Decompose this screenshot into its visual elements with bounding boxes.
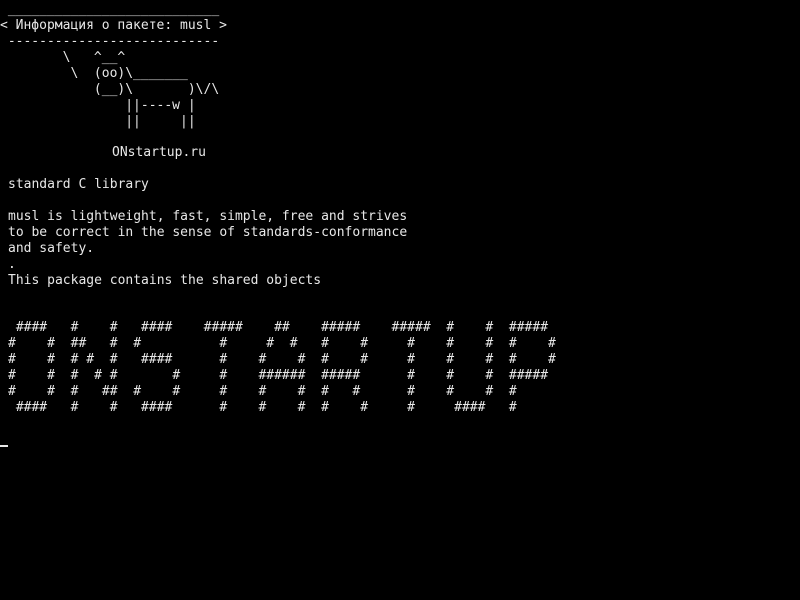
ascii-banner: #### # # #### ##### ## ##### ##### # # #… bbox=[8, 320, 556, 416]
cowsay-line: --------------------------- bbox=[0, 34, 220, 49]
description-line: and safety. bbox=[8, 241, 95, 256]
package-description: standard C library musl is lightweight, f… bbox=[8, 177, 407, 289]
site-text: ONstartup.ru bbox=[112, 145, 206, 160]
banner-line: # # # # # #### # # # # # # # # # # bbox=[8, 352, 556, 367]
description-line: standard C library bbox=[8, 177, 149, 192]
cowsay-line: || || bbox=[0, 114, 196, 129]
banner-line: # # ## # # # # # # # # # # # # bbox=[8, 336, 556, 351]
banner-line: #### # # #### # # # # # # #### # bbox=[8, 400, 517, 415]
description-line: . bbox=[8, 257, 16, 272]
banner-line: #### # # #### ##### ## ##### ##### # # #… bbox=[8, 320, 549, 335]
description-line: This package contains the shared objects bbox=[8, 273, 322, 288]
cowsay-block: ___________________________ < Информация … bbox=[0, 2, 227, 130]
banner-line: # # # # # # # ###### ##### # # # ##### bbox=[8, 368, 549, 383]
cowsay-line: ___________________________ bbox=[0, 2, 220, 17]
description-line: musl is lightweight, fast, simple, free … bbox=[8, 209, 408, 224]
text-cursor bbox=[0, 445, 8, 447]
banner-line: # # # ## # # # # # # # # # # # bbox=[8, 384, 517, 399]
description-line bbox=[8, 193, 407, 209]
terminal-screen[interactable]: ___________________________ < Информация … bbox=[0, 0, 800, 600]
cowsay-line: \ (oo)\_______ bbox=[0, 66, 188, 81]
cowsay-line: ||----w | bbox=[0, 98, 196, 113]
site-label: ONstartup.ru bbox=[112, 145, 206, 161]
cowsay-line: < Информация о пакете: musl > bbox=[0, 18, 227, 33]
cowsay-line: (__)\ )\/\ bbox=[0, 82, 220, 97]
description-line: to be correct in the sense of standards-… bbox=[8, 225, 408, 240]
cowsay-line: \ ^__^ bbox=[0, 50, 126, 65]
